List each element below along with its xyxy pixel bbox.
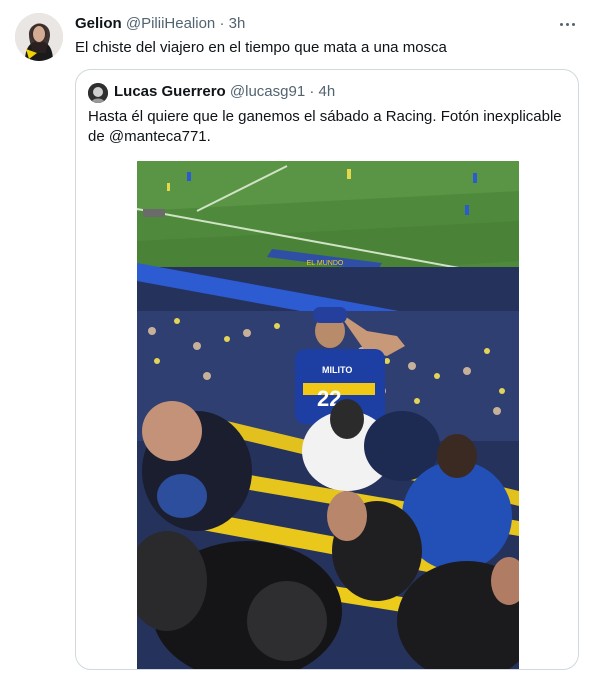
pitch-board-text: EL MUNDO xyxy=(307,260,344,267)
player xyxy=(465,205,469,215)
quoted-tweet-header: Lucas Guerrero @lucasg91 · 4h xyxy=(114,82,335,102)
player xyxy=(167,183,170,191)
tweet[interactable]: Gelion @PiliiHealion · 3h El chiste del … xyxy=(0,0,593,673)
fan-cap xyxy=(157,474,207,518)
stadium-photo: EL MUNDO MILITO 22 xyxy=(137,161,519,669)
quoted-author-handle[interactable]: @lucasg91 xyxy=(230,83,305,100)
quoted-tweet[interactable]: Lucas Guerrero @lucasg91 · 4h Hasta él q… xyxy=(75,69,579,670)
quoted-author-avatar[interactable] xyxy=(88,83,108,103)
man-cap xyxy=(313,307,347,323)
player xyxy=(347,169,351,179)
quoted-header-separator: · xyxy=(309,83,315,100)
tweet-time[interactable]: 3h xyxy=(229,15,246,32)
tweet-photo[interactable]: EL MUNDO MILITO 22 xyxy=(137,161,519,669)
player xyxy=(187,172,191,181)
more-dots-icon[interactable] xyxy=(555,14,579,34)
fan-head xyxy=(437,434,477,478)
tweet-text: El chiste del viajero en el tiempo que m… xyxy=(75,39,447,56)
tweet-header: Gelion @PiliiHealion · 3h xyxy=(75,14,245,34)
quoted-tweet-time[interactable]: 4h xyxy=(319,83,336,100)
fan-hands xyxy=(327,491,367,541)
quoted-tweet-text: Hasta él quiere que le ganemos el sábado… xyxy=(88,108,562,145)
author-handle[interactable]: @PiliiHealion xyxy=(126,15,215,32)
dot xyxy=(571,22,575,26)
author-name[interactable]: Gelion xyxy=(75,15,122,32)
dot xyxy=(559,22,563,26)
dot xyxy=(565,22,569,26)
fan-hands xyxy=(142,401,202,461)
jersey-name: MILITO xyxy=(322,365,352,375)
header-separator: · xyxy=(219,15,225,32)
dugout xyxy=(143,209,165,217)
author-avatar[interactable] xyxy=(15,13,63,61)
fan-head xyxy=(330,399,364,439)
fan-foreground xyxy=(247,581,327,661)
player xyxy=(473,173,477,183)
quoted-author-name[interactable]: Lucas Guerrero xyxy=(114,83,226,100)
